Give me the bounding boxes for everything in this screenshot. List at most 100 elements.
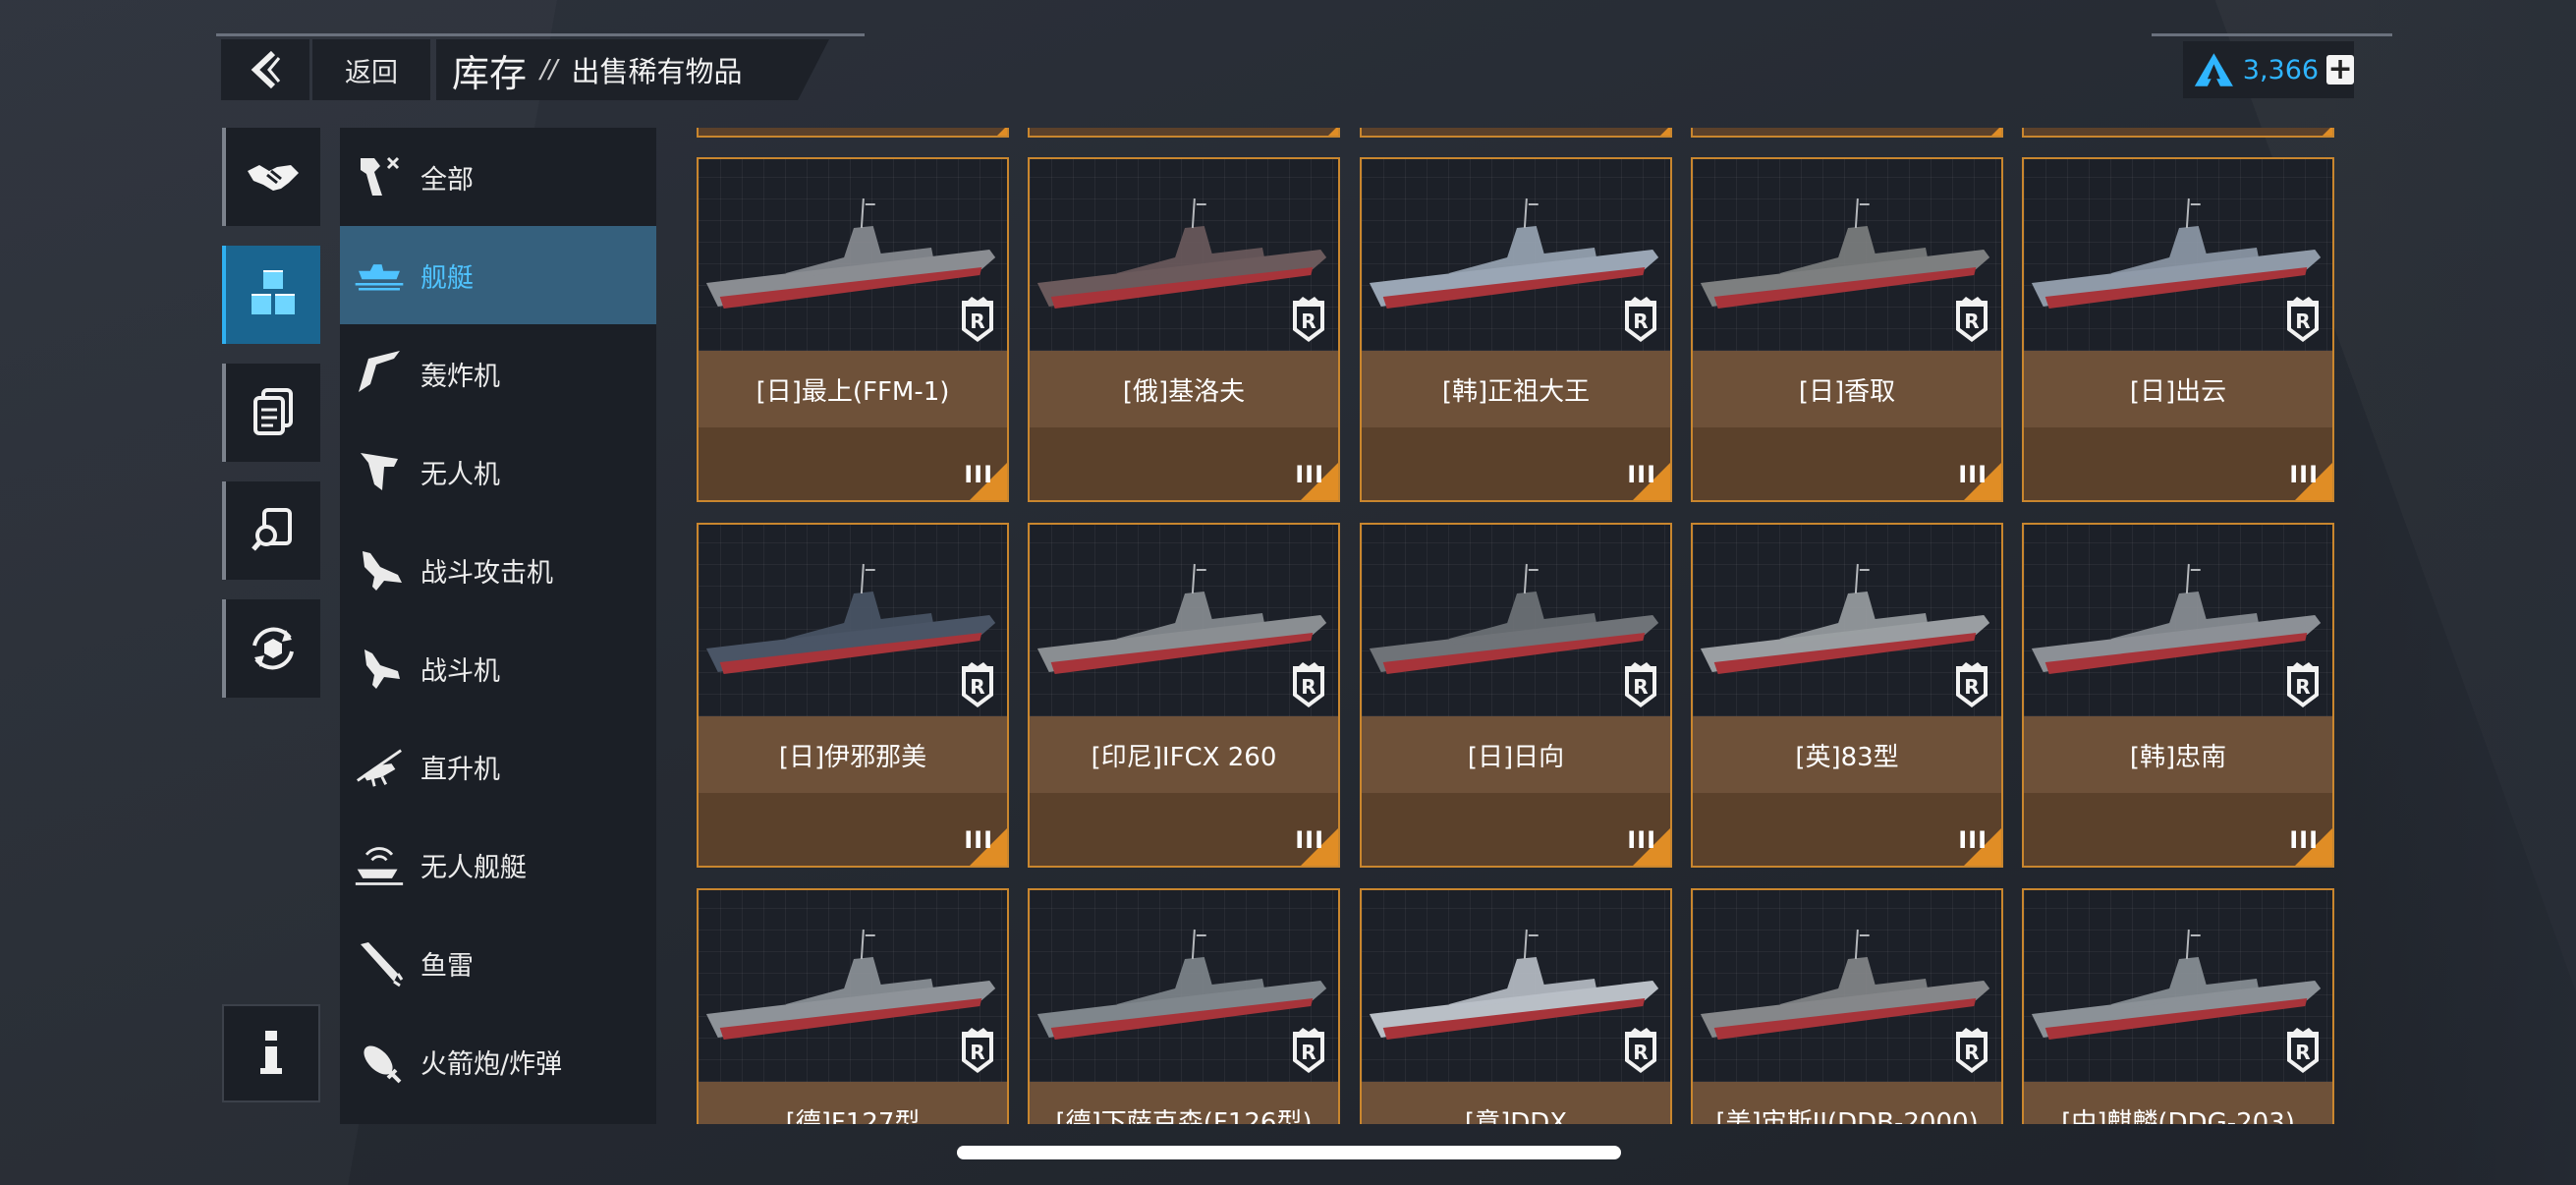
category-item-all[interactable]: 全部 — [340, 128, 656, 226]
item-footer: III — [1362, 427, 1670, 500]
sidebar-icon-search[interactable] — [222, 481, 320, 580]
attack-fighter-icon — [354, 544, 405, 595]
item-footer: III — [1693, 427, 2001, 500]
rare-badge-icon: R — [962, 1028, 993, 1073]
category-item-ships[interactable]: 舰艇 — [340, 226, 656, 324]
item-card[interactable]: R [日]出云 III — [2022, 157, 2334, 502]
category-item-helicopters[interactable]: 直升机 — [340, 717, 656, 816]
ship-image: R — [1030, 890, 1338, 1082]
item-card[interactable]: R[中]麒麟(DDG-203)III — [2022, 888, 2334, 1124]
item-card[interactable]: R [日]日向 III — [1360, 523, 1672, 868]
svg-text:R: R — [2295, 675, 2310, 699]
back-label-text: 返回 — [345, 57, 398, 88]
item-card[interactable]: R [日]香取 III — [1691, 157, 2003, 502]
rare-badge-icon: R — [1956, 1028, 1988, 1073]
back-label-button[interactable]: 返回 — [312, 39, 430, 100]
tier-label: III — [1958, 826, 1988, 854]
header-line-right — [2152, 33, 2392, 36]
item-footer: III — [699, 427, 1007, 500]
back-button[interactable] — [221, 39, 309, 100]
card-partial[interactable] — [1360, 128, 1672, 138]
svg-text:R: R — [970, 675, 984, 699]
svg-text:R: R — [1301, 675, 1316, 699]
sidebar-icon-exchange[interactable] — [222, 599, 320, 698]
item-name: [德]下萨克森(F126型) — [1030, 1082, 1338, 1124]
header-line — [216, 33, 865, 36]
item-name: [日]出云 — [2024, 351, 2332, 427]
category-label: 战斗攻击机 — [420, 557, 553, 589]
item-name: [韩]忠南 — [2024, 716, 2332, 793]
card-partial[interactable] — [1028, 128, 1340, 138]
item-card[interactable]: R[德]F127型III — [697, 888, 1009, 1124]
info-icon — [260, 1031, 282, 1074]
rocket-bomb-icon — [354, 1036, 405, 1087]
item-card[interactable]: R [英]83型 III — [1691, 523, 2003, 868]
tier-label: III — [964, 461, 993, 488]
item-name: [英]83型 — [1693, 716, 2001, 793]
category-item-bombers[interactable]: 轰炸机 — [340, 324, 656, 423]
ship-image: R — [1362, 525, 1670, 716]
item-card[interactable]: R[美]宙斯II(DDB-2000)III — [1691, 888, 2003, 1124]
handshake-icon — [248, 165, 299, 191]
item-card[interactable]: R[意]DDXIII — [1360, 888, 1672, 1124]
fighter-icon — [354, 643, 405, 694]
svg-text:R: R — [1633, 675, 1648, 699]
category-item-unmanned-ships[interactable]: 无人舰艇 — [340, 816, 656, 914]
item-name: [印尼]IFCX 260 — [1030, 716, 1338, 793]
torpedo-icon — [354, 937, 405, 988]
item-name: [韩]正祖大王 — [1362, 351, 1670, 427]
category-item-torpedoes[interactable]: 鱼雷 — [340, 914, 656, 1012]
sidebar-icon-inventory[interactable] — [222, 246, 320, 344]
chevron-left-icon — [251, 50, 281, 89]
ship-image: R — [699, 890, 1007, 1082]
item-card[interactable]: R [韩]正祖大王 III — [1360, 157, 1672, 502]
item-name: [日]伊邪那美 — [699, 716, 1007, 793]
item-card[interactable]: R [俄]基洛夫 III — [1028, 157, 1340, 502]
ship-image: R — [1362, 159, 1670, 351]
ship-image: R — [1693, 890, 2001, 1082]
card-partial[interactable] — [697, 128, 1009, 138]
card-partial[interactable] — [1691, 128, 2003, 138]
refresh-box-icon — [252, 627, 294, 670]
category-label: 全部 — [420, 164, 474, 196]
item-grid: R [日]最上(FFM-1) III R [俄]基洛夫 III R [韩]正祖大王 III R [日… — [688, 128, 2338, 1124]
category-item-fighters[interactable]: 战斗机 — [340, 619, 656, 717]
category-label: 无人舰艇 — [420, 852, 527, 883]
ship-image: R — [699, 525, 1007, 716]
item-card[interactable]: R [韩]忠南 III — [2022, 523, 2334, 868]
all-icon — [354, 151, 405, 202]
item-name: [日]日向 — [1362, 716, 1670, 793]
sidebar-icon-records[interactable] — [222, 364, 320, 462]
currency-display: 3,366 + — [2183, 41, 2354, 98]
plus-icon: + — [2327, 52, 2353, 86]
rare-badge-icon: R — [2287, 297, 2319, 342]
category-label: 火箭炮/炸弹 — [420, 1048, 563, 1080]
item-card[interactable]: R [印尼]IFCX 260 III — [1028, 523, 1340, 868]
item-name: [中]麒麟(DDG-203) — [2024, 1082, 2332, 1124]
tier-label: III — [1295, 826, 1324, 854]
a-logo-icon — [2194, 53, 2233, 86]
home-indicator[interactable] — [957, 1146, 1621, 1159]
category-item-attack-fighters[interactable]: 战斗攻击机 — [340, 521, 656, 619]
info-button[interactable] — [222, 1004, 320, 1102]
svg-text:R: R — [2295, 310, 2310, 333]
ship-image: R — [1030, 525, 1338, 716]
sidebar-icon-trade[interactable] — [222, 128, 320, 226]
category-item-rockets[interactable]: 火箭炮/炸弹 — [340, 1012, 656, 1110]
item-card[interactable]: R[德]下萨克森(F126型)III — [1028, 888, 1340, 1124]
ship-image: R — [2024, 159, 2332, 351]
add-currency-button[interactable]: + — [2326, 55, 2354, 85]
rare-badge-icon: R — [1625, 1028, 1656, 1073]
item-card[interactable]: R [日]最上(FFM-1) III — [697, 157, 1009, 502]
svg-text:R: R — [1301, 1041, 1316, 1064]
svg-text:R: R — [970, 310, 984, 333]
tier-label: III — [2289, 826, 2319, 854]
card-partial[interactable] — [2022, 128, 2334, 138]
rare-badge-icon: R — [1293, 662, 1324, 707]
rare-badge-icon: R — [1625, 662, 1656, 707]
category-item-drones[interactable]: 无人机 — [340, 423, 656, 521]
rare-badge-icon: R — [2287, 1028, 2319, 1073]
item-name: [日]最上(FFM-1) — [699, 351, 1007, 427]
item-card[interactable]: R [日]伊邪那美 III — [697, 523, 1009, 868]
item-name: [日]香取 — [1693, 351, 2001, 427]
